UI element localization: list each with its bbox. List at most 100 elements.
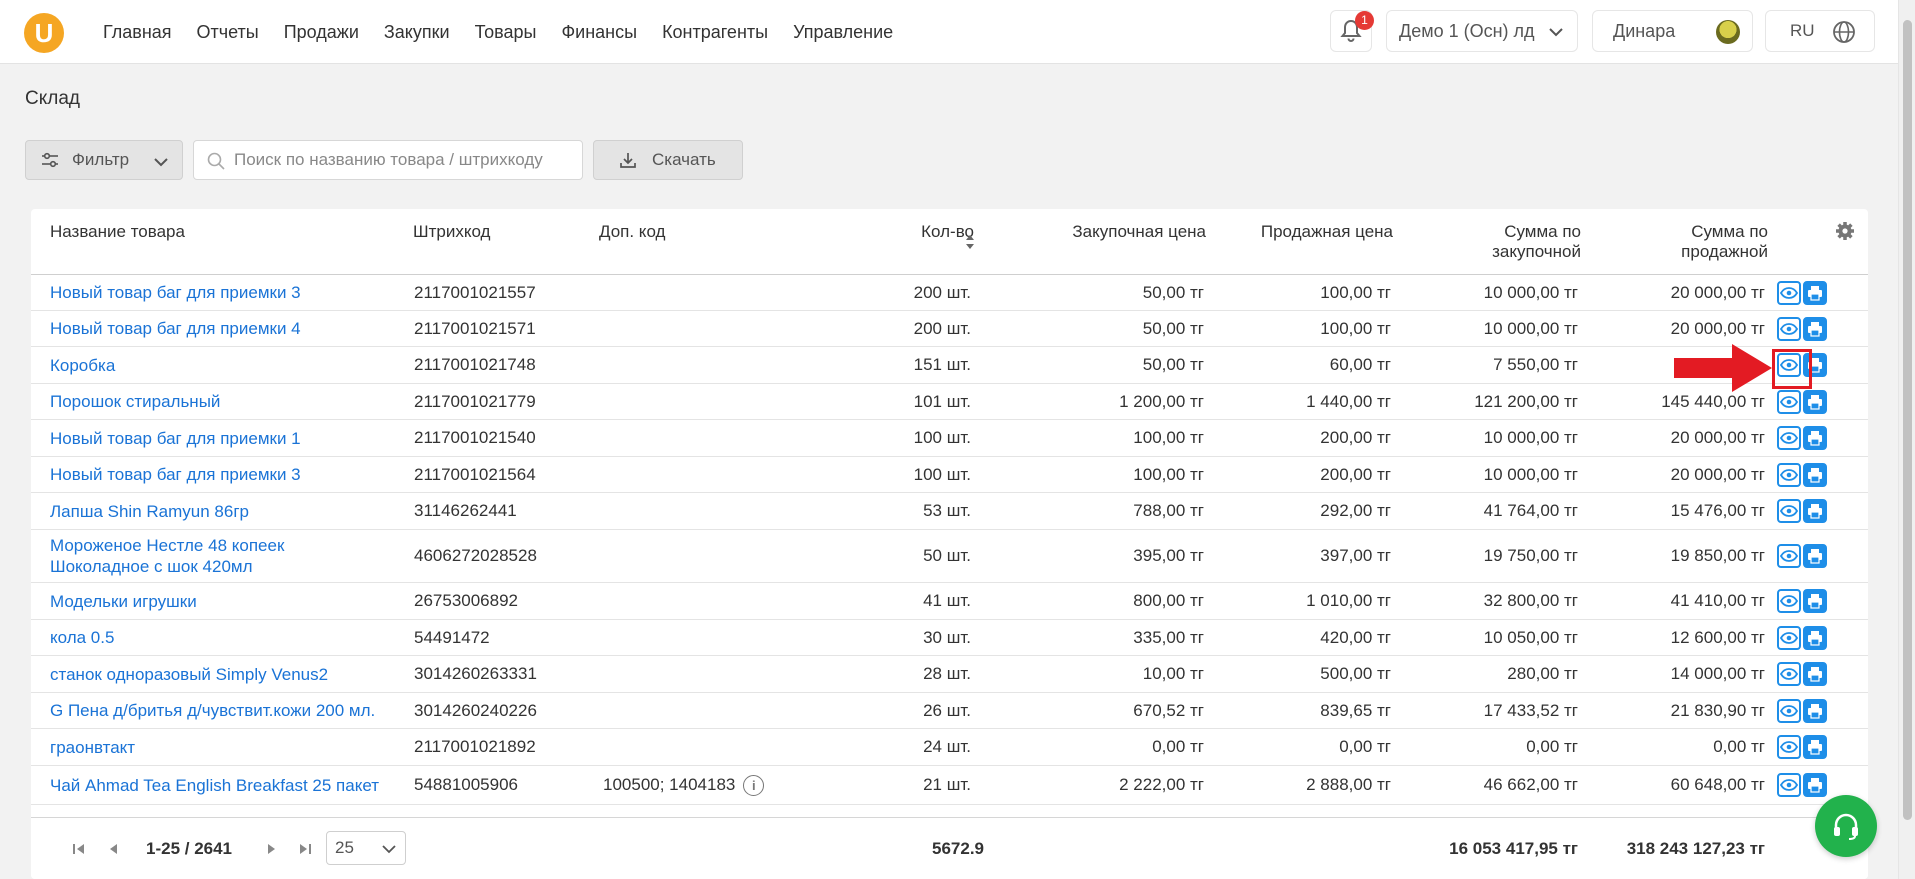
print-button[interactable] [1803, 773, 1827, 797]
product-name-link[interactable]: Новый товар баг для приемки 3 [50, 457, 301, 492]
product-name-link[interactable]: Мороженое Нестле 48 копеек Шоколадное с … [50, 530, 284, 582]
view-button[interactable] [1777, 544, 1801, 568]
support-chat-button[interactable] [1815, 795, 1877, 857]
column-sum-sale[interactable]: Сумма по продажной [1548, 222, 1768, 262]
view-button[interactable] [1777, 698, 1801, 723]
printer-icon [1808, 394, 1822, 410]
sum-purchase-cell: 10 000,00 тг [1483, 464, 1578, 484]
qty-cell: 200 шт. [913, 318, 971, 338]
eye-icon [1780, 395, 1798, 408]
view-button[interactable] [1777, 735, 1801, 759]
column-qty[interactable]: Кол-во [851, 222, 974, 242]
view-button[interactable] [1777, 462, 1801, 487]
view-button[interactable] [1777, 426, 1801, 450]
view-button[interactable] [1777, 662, 1801, 686]
nav-item-products[interactable]: Товары [475, 22, 537, 43]
app-logo[interactable]: U [24, 13, 64, 53]
next-page-icon[interactable] [263, 841, 279, 857]
print-button[interactable] [1803, 280, 1827, 305]
product-name-link[interactable]: Новый товар баг для приемки 4 [50, 311, 301, 346]
nav-item-sales[interactable]: Продажи [284, 22, 359, 43]
prev-page-icon[interactable] [106, 841, 122, 857]
print-button[interactable] [1803, 544, 1827, 568]
nav-item-management[interactable]: Управление [793, 22, 893, 43]
print-button[interactable] [1803, 462, 1827, 487]
product-name-link[interactable]: Новый товар баг для приемки 3 [50, 275, 301, 310]
sum-purchase-cell: 32 800,00 тг [1483, 591, 1578, 610]
column-extra-code[interactable]: Доп. код [599, 222, 665, 242]
qty-cell: 101 шт. [913, 391, 971, 411]
print-button[interactable] [1803, 389, 1827, 414]
organization-select[interactable]: Демо 1 (Осн) лд [1386, 10, 1578, 52]
barcode-cell: 2117001021557 [414, 282, 536, 302]
sum-purchase-cell: 7 550,00 тг [1493, 355, 1578, 374]
table-row: граонвтакт 2117001021892 24 шт. 0,00 тг … [31, 729, 1868, 766]
product-name-link[interactable]: кола 0.5 [50, 620, 114, 655]
product-name-link[interactable]: G Пена д/бритья д/чувствит.кожи 200 мл. [50, 693, 375, 728]
notifications-button[interactable]: 1 [1330, 10, 1374, 52]
last-page-icon[interactable] [297, 841, 313, 857]
print-button[interactable] [1803, 316, 1827, 341]
nav-item-contractors[interactable]: Контрагенты [662, 22, 768, 43]
product-name-link[interactable]: Порошок стиральный [50, 384, 220, 419]
per-page-value: 25 [335, 838, 354, 857]
info-icon[interactable]: i [743, 774, 765, 796]
sum-sale-cell: 60 648,00 тг [1670, 775, 1765, 794]
column-barcode[interactable]: Штрихкод [413, 222, 490, 242]
purchase-price-cell: 335,00 тг [1133, 627, 1204, 647]
product-name-link[interactable]: Коробка [50, 347, 115, 383]
nav-item-home[interactable]: Главная [103, 22, 172, 43]
view-button[interactable] [1777, 499, 1801, 523]
view-button[interactable] [1777, 589, 1801, 613]
row-actions [1777, 766, 1827, 804]
view-button[interactable] [1777, 280, 1801, 305]
print-button[interactable] [1803, 625, 1827, 650]
print-button[interactable] [1803, 426, 1827, 450]
gear-icon[interactable] [1835, 221, 1855, 241]
print-button[interactable] [1803, 499, 1827, 523]
view-button[interactable] [1777, 316, 1801, 341]
sum-purchase-cell: 10 000,00 тг [1483, 282, 1578, 302]
column-name[interactable]: Название товара [50, 222, 185, 242]
product-name-link[interactable]: Новый товар баг для приемки 1 [50, 420, 301, 456]
view-button[interactable] [1777, 773, 1801, 797]
highlight-box-annotation [1772, 349, 1812, 389]
first-page-icon[interactable] [71, 841, 87, 857]
row-actions [1777, 420, 1827, 456]
user-name: Динара [1613, 20, 1676, 41]
user-menu[interactable]: Динара [1592, 10, 1753, 52]
sort-icon[interactable] [964, 233, 976, 251]
sale-price-cell: 1 010,00 тг [1306, 591, 1391, 610]
scrollbar-thumb[interactable] [1903, 20, 1912, 820]
print-button[interactable] [1803, 662, 1827, 686]
per-page-select[interactable]: 25 [326, 831, 406, 865]
column-sale-price[interactable]: Продажная цена [1173, 222, 1393, 242]
download-button[interactable]: Скачать [593, 140, 743, 180]
view-button[interactable] [1777, 389, 1801, 414]
row-actions [1777, 693, 1827, 728]
barcode-cell: 54491472 [414, 627, 490, 647]
product-name-link[interactable]: граонвтакт [50, 729, 135, 765]
language-select[interactable]: RU [1765, 10, 1875, 52]
page-title: Склад [25, 88, 80, 109]
print-button[interactable] [1803, 735, 1827, 759]
qty-cell: 21 шт. [923, 775, 971, 794]
product-name-link[interactable]: Лапша Shin Ramyun 86гр [50, 493, 249, 529]
view-button[interactable] [1777, 625, 1801, 650]
search-input[interactable] [234, 141, 574, 179]
nav-item-finance[interactable]: Финансы [561, 22, 637, 43]
nav-item-purchases[interactable]: Закупки [384, 22, 450, 43]
sum-sale-cell: 20 000,00 тг [1670, 464, 1765, 484]
stock-table: Название товара Штрихкод Доп. код Кол-во… [31, 209, 1868, 879]
sum-purchase-cell: 17 433,52 тг [1483, 700, 1578, 720]
product-name-link[interactable]: Чай Ahmad Tea English Breakfast 25 пакет [50, 766, 379, 804]
product-name-link[interactable]: станок одноразовый Simply Venus2 [50, 656, 328, 692]
sale-price-cell: 2 888,00 тг [1306, 775, 1391, 794]
print-button[interactable] [1803, 698, 1827, 723]
nav-item-reports[interactable]: Отчеты [197, 22, 259, 43]
row-actions [1777, 384, 1827, 419]
page-scrollbar[interactable] [1898, 0, 1915, 879]
filter-button[interactable]: Фильтр [25, 140, 183, 180]
print-button[interactable] [1803, 589, 1827, 613]
product-name-link[interactable]: Модельки игрушки [50, 583, 197, 619]
